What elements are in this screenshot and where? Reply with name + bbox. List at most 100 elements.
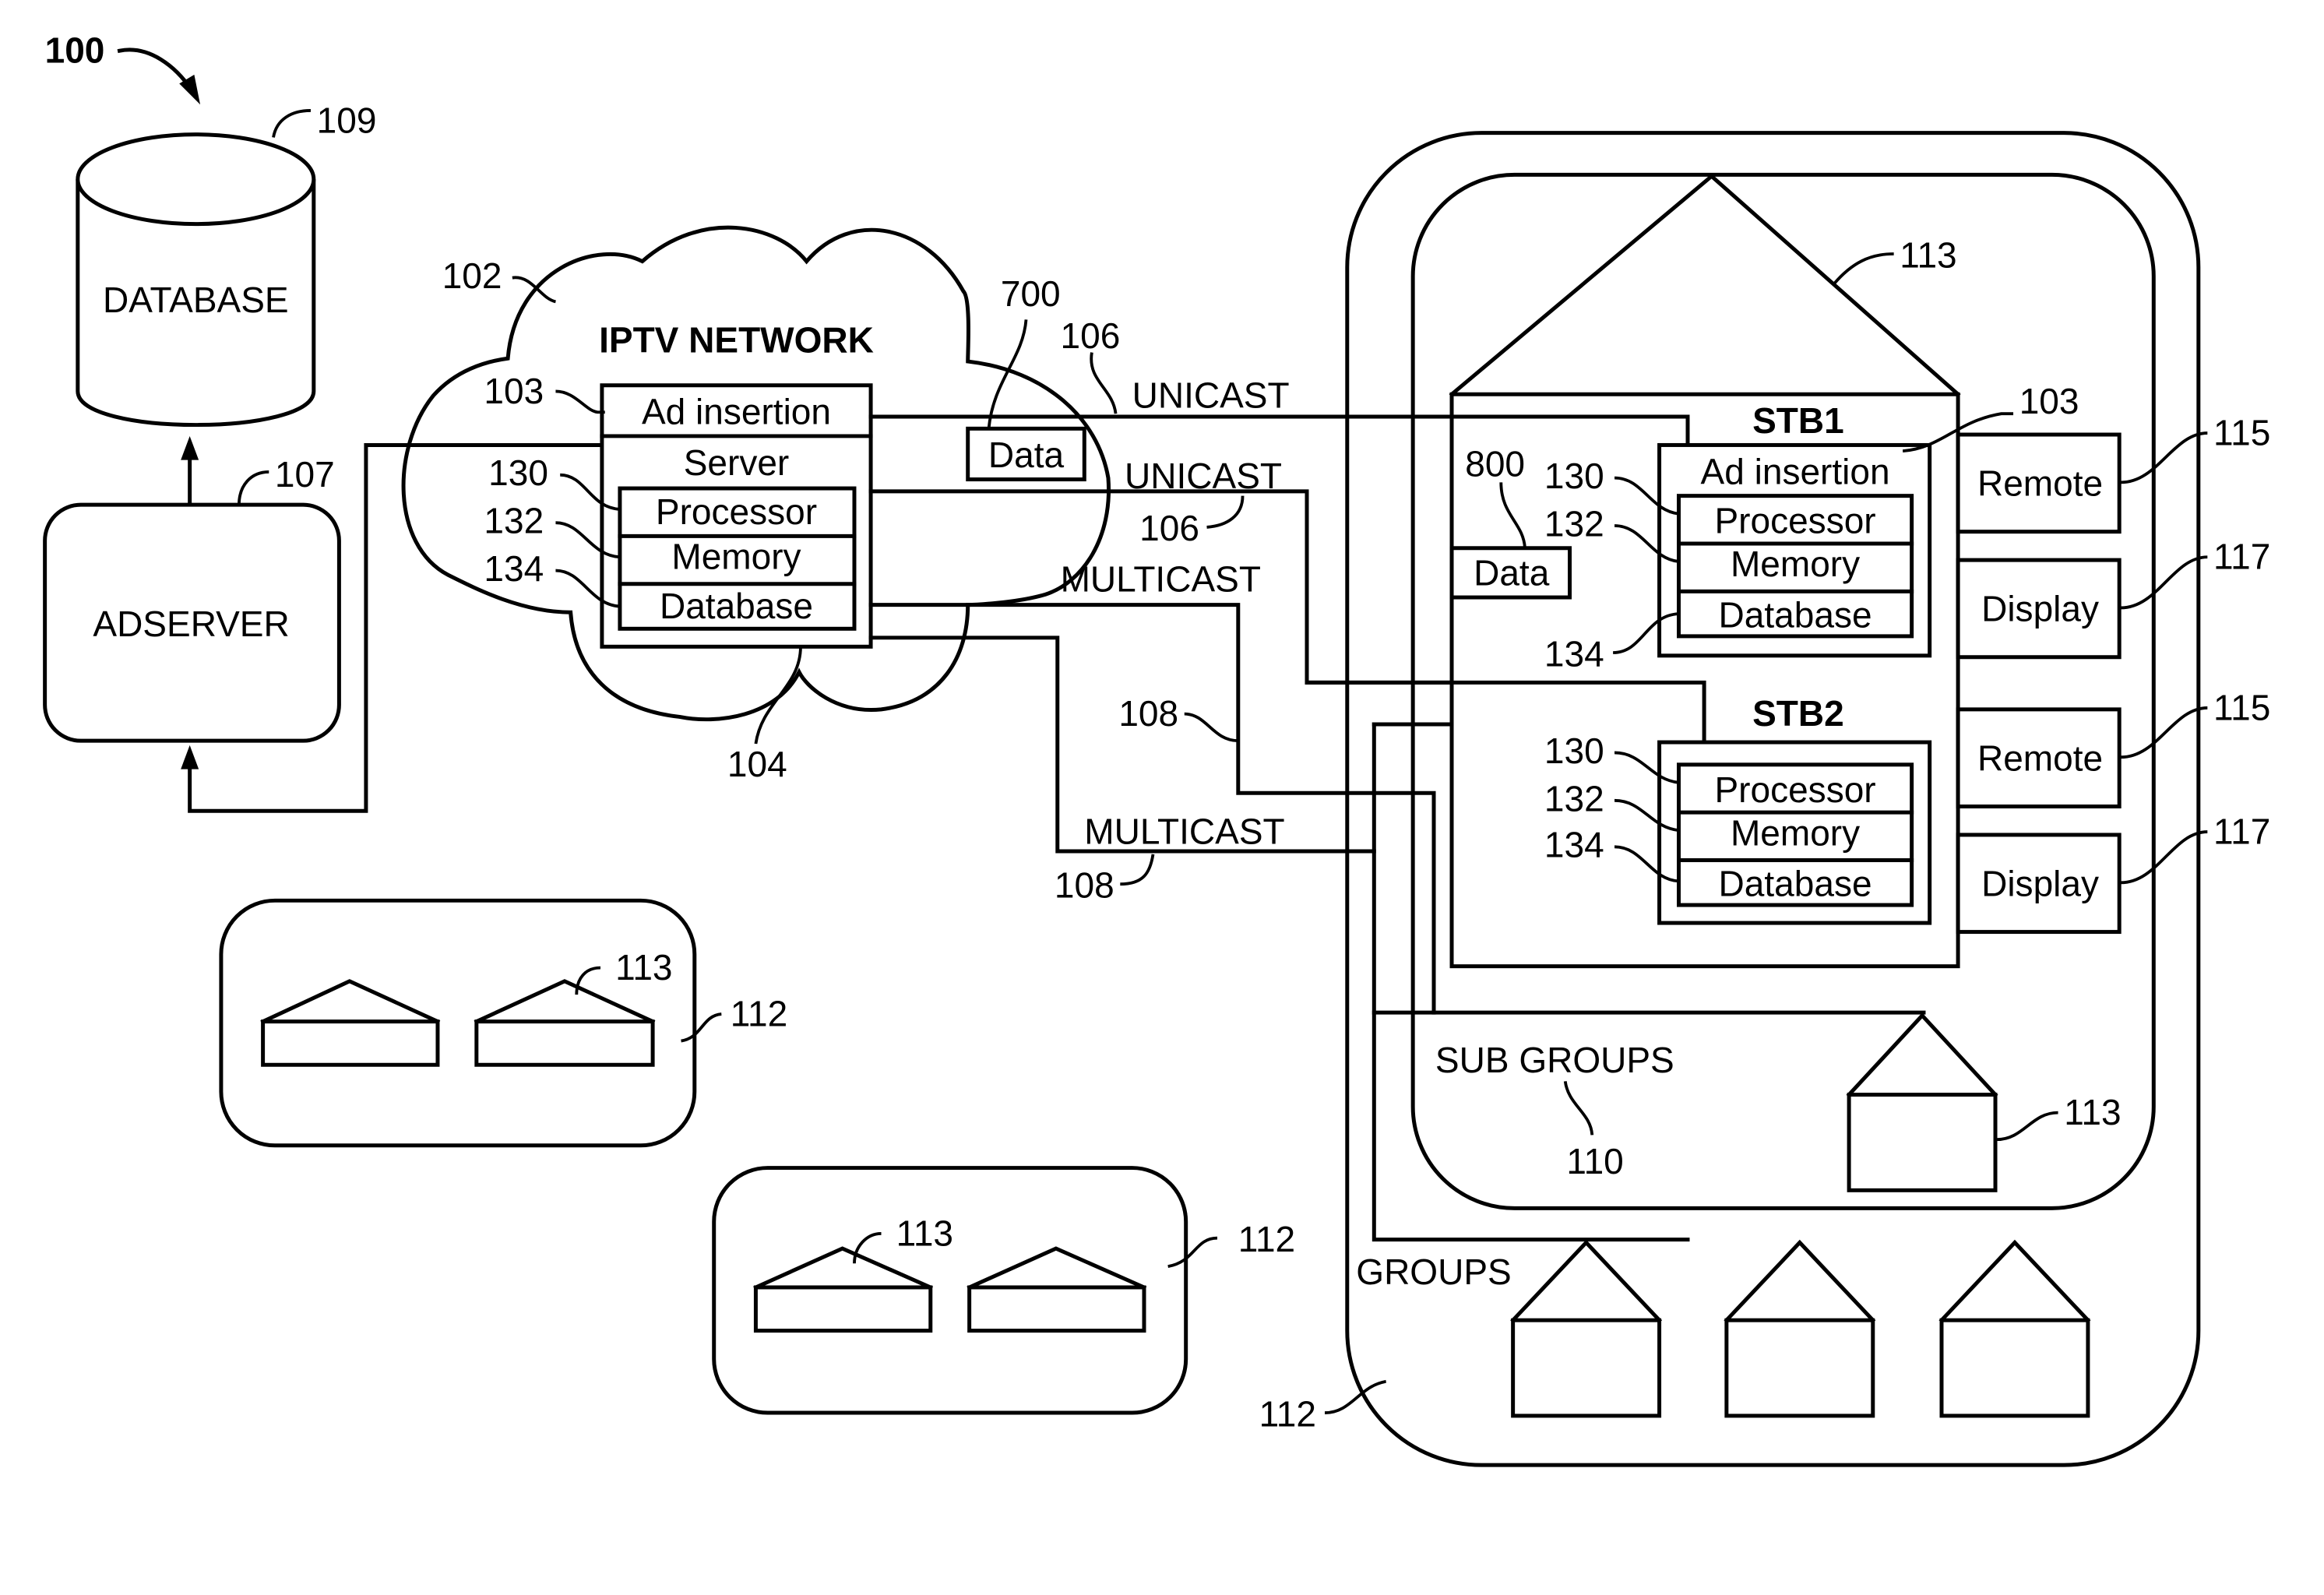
ref-700: 700: [1001, 273, 1061, 314]
stb2-remote-label: Remote: [1977, 738, 2103, 778]
stb2-title: STB2: [1752, 693, 1844, 734]
ref-117-b: 117: [2213, 811, 2270, 851]
stb2-display-label: Display: [1981, 864, 2099, 904]
unicast-label-1: UNICAST: [1132, 375, 1290, 416]
ref-104: 104: [727, 744, 787, 784]
leader-117-b: [2121, 830, 2208, 885]
group-home-roof-1: [1510, 1239, 1663, 1323]
ref-106-a: 106: [1061, 315, 1121, 356]
database-cylinder: DATABASE: [76, 132, 316, 427]
leader-107: [238, 470, 269, 505]
ref-106-b: 106: [1139, 508, 1199, 548]
database-label: DATABASE: [103, 280, 289, 320]
server-memory: Memory: [671, 537, 801, 577]
ref-130: 130: [488, 452, 548, 493]
stb1-processor: Processor: [1714, 501, 1875, 541]
home-data-label: Data: [1474, 553, 1550, 593]
ref-103-stb1: 103: [2019, 381, 2079, 421]
ref-132: 132: [484, 501, 544, 541]
ref-115-b: 115: [2213, 687, 2270, 727]
group-home-2: [1724, 1318, 1875, 1418]
arrowhead-icon: [181, 745, 199, 769]
leader-104: [754, 646, 802, 745]
leader-112-g1: [681, 1012, 722, 1043]
ref-134-stb2: 134: [1544, 825, 1604, 865]
leader-106-a: [1090, 352, 1118, 414]
ref-113-g2: 113: [896, 1213, 953, 1253]
stb1-memory: Memory: [1731, 544, 1860, 584]
figure-number: 100: [45, 30, 105, 71]
ref-132-stb1: 132: [1544, 503, 1604, 544]
leader-112-main: [1324, 1379, 1387, 1414]
ref-103: 103: [484, 371, 544, 411]
stb2-memory: Memory: [1731, 812, 1860, 853]
ref-115-a: 115: [2213, 412, 2270, 452]
other-group-2-home-roof-b: [967, 1246, 1147, 1290]
leader-117-a: [2121, 555, 2208, 610]
leader-108-b: [1120, 854, 1155, 886]
multicast-label-1: MULTICAST: [1061, 558, 1261, 599]
leader-113-home: [1833, 252, 1894, 285]
ref-108-a: 108: [1118, 693, 1178, 734]
leader-106-b: [1206, 495, 1245, 529]
server-ad-insertion: Ad insertion: [642, 392, 831, 432]
ref-134-stb1: 134: [1544, 633, 1604, 674]
group-home-roof-3: [1938, 1239, 2091, 1323]
ref-113-sub: 113: [2064, 1092, 2121, 1132]
server-database: Database: [660, 586, 813, 626]
multicast-label-2: MULTICAST: [1084, 811, 1284, 851]
home-roof: [1449, 173, 1961, 397]
ref-102: 102: [442, 255, 502, 296]
other-group-1-home-b: [474, 1019, 655, 1067]
adserver-label: ADSERVER: [93, 604, 289, 644]
network-data-label: Data: [988, 435, 1065, 475]
leader-103: [555, 389, 605, 414]
subgroup-home-roof: [1846, 1012, 1998, 1098]
leader-109: [272, 108, 311, 138]
stb2-database: Database: [1719, 864, 1872, 904]
ref-109: 109: [317, 100, 377, 141]
leader-112-g2: [1167, 1236, 1218, 1269]
ref-112-main: 112: [1259, 1393, 1316, 1434]
ref-134: 134: [484, 548, 544, 589]
iptv-network-title: IPTV NETWORK: [599, 320, 874, 361]
leader-108-a: [1184, 712, 1238, 743]
stb1-title: STB1: [1752, 400, 1844, 441]
multicast-line-1: [868, 603, 1436, 1015]
ref-113-g1: 113: [615, 947, 672, 988]
ref-108-b: 108: [1055, 864, 1114, 905]
unicast-label-2: UNICAST: [1125, 456, 1282, 496]
group-home-1: [1511, 1318, 1662, 1418]
ref-107: 107: [275, 454, 335, 495]
arrowhead-icon: [181, 435, 199, 460]
leader-115-a: [2121, 431, 2208, 484]
ref-132-stb2: 132: [1544, 778, 1604, 819]
ref-112-g2: 112: [1238, 1219, 1295, 1259]
iptv-diagram: 100 DATABASE 109 ADSERVER 107 IPTV NETWO…: [43, 30, 2270, 1467]
other-group-1-home-a: [261, 1019, 440, 1067]
server-processor: Processor: [656, 491, 817, 532]
leader-115-b: [2121, 706, 2208, 759]
stb1-database: Database: [1719, 594, 1872, 635]
other-group-1-home-roof-a: [260, 979, 441, 1024]
sub-groups-label: SUB GROUPS: [1435, 1040, 1674, 1080]
ref-112-g1: 112: [731, 993, 787, 1033]
group-home-3: [1939, 1318, 2090, 1418]
subgroup-home: [1847, 1093, 1998, 1192]
group-home-roof-2: [1724, 1239, 1876, 1323]
ref-130-stb2: 130: [1544, 731, 1604, 771]
ref-130-stb1: 130: [1544, 456, 1604, 496]
other-group-2-home-b: [967, 1285, 1146, 1333]
stb1-display-label: Display: [1981, 589, 2099, 629]
groups-label: GROUPS: [1356, 1252, 1511, 1292]
leader-110: [1563, 1081, 1594, 1136]
ref-800: 800: [1465, 444, 1525, 484]
stb1-ad-insertion: Ad insertion: [1701, 451, 1890, 491]
other-group-2-home-roof-a: [753, 1246, 934, 1290]
leader-113-sub: [1996, 1111, 2058, 1142]
stb1-remote-label: Remote: [1977, 463, 2103, 504]
ref-117-a: 117: [2213, 537, 2270, 577]
server-title: Server: [684, 442, 790, 483]
ref-113-home: 113: [1900, 234, 1956, 275]
other-group-2-home-a: [753, 1285, 933, 1333]
